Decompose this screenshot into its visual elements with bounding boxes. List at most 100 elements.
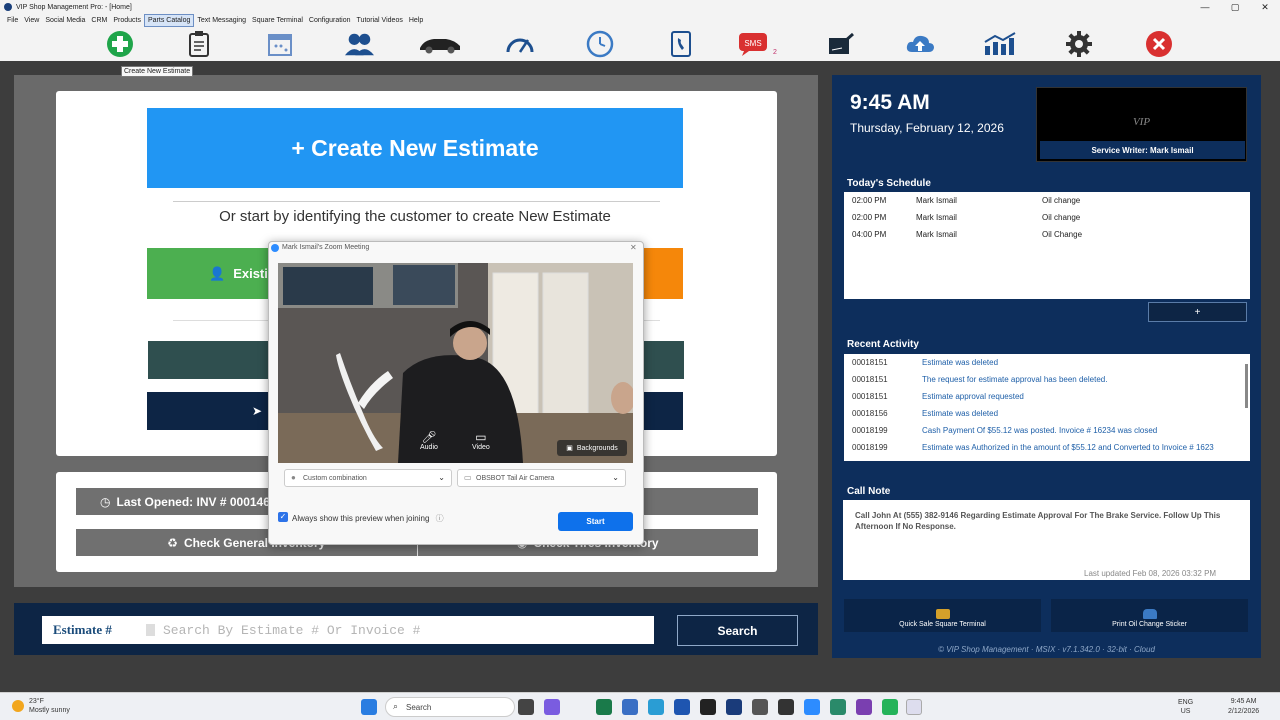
sign-icon[interactable] (826, 29, 856, 59)
cloud-upload-icon[interactable] (905, 29, 935, 59)
always-show-checkbox[interactable]: ✓ (278, 512, 288, 522)
phonebook-icon[interactable] (666, 29, 696, 59)
microphone-select[interactable]: ● Custom combination ⌄ (284, 469, 452, 487)
add-appointment-button[interactable]: + (1148, 302, 1247, 322)
cam-select-icon: ▭ (464, 473, 472, 482)
schedule-list: 02:00 PM Mark Ismail Oil change 02:00 PM… (844, 192, 1250, 299)
backgrounds-button[interactable]: ▣ Backgrounds (557, 440, 627, 456)
menu-parts-catalog[interactable]: Parts Catalog (143, 14, 195, 27)
edge-icon[interactable] (596, 699, 612, 715)
clipboard-icon[interactable] (184, 29, 214, 59)
tooltip: Create New Estimate (121, 66, 194, 77)
activity-id: 00018199 (852, 426, 888, 435)
create-new-estimate-button[interactable]: + Create New Estimate (147, 108, 683, 188)
capcut-icon[interactable] (700, 699, 716, 715)
notepad-icon[interactable] (906, 699, 922, 715)
menu-configuration[interactable]: Configuration (306, 15, 354, 26)
exit-icon[interactable] (1144, 29, 1174, 59)
chart-icon[interactable] (983, 29, 1017, 59)
new-customer-button[interactable] (640, 248, 683, 299)
menu-help[interactable]: Help (406, 15, 426, 26)
menu-text-messaging[interactable]: Text Messaging (194, 15, 249, 26)
video-label: Video (472, 444, 490, 451)
start-icon[interactable] (361, 699, 377, 715)
menu-social-media[interactable]: Social Media (42, 15, 88, 26)
activity-text: Estimate was deleted (922, 409, 999, 418)
backgrounds-label: Backgrounds (576, 444, 618, 452)
estimate-subtitle: Or start by identifying the customer to … (219, 208, 611, 225)
terminal-icon (935, 609, 950, 619)
schedule-time: 04:00 PM (852, 230, 887, 239)
menu-file[interactable]: File (4, 15, 21, 26)
app-icon[interactable] (752, 699, 768, 715)
info-icon[interactable]: ⓘ (436, 514, 444, 523)
taskbar-search[interactable]: ⌕ Search (385, 697, 515, 717)
print-sticker-label: Print Oil Change Sticker (1112, 621, 1187, 628)
video-preview (278, 263, 633, 463)
teamviewer-icon[interactable] (726, 699, 742, 715)
activity-text: The request for estimate approval has be… (922, 375, 1108, 384)
vehicle-icon[interactable] (418, 29, 462, 59)
copilot-icon[interactable] (544, 699, 560, 715)
schedule-time: 02:00 PM (852, 196, 887, 205)
service-writer: Service Writer: Mark Ismail (1040, 141, 1245, 159)
send-icon: ➤ (252, 404, 263, 418)
create-estimate-icon[interactable] (105, 29, 135, 59)
quick-sale-square-button[interactable]: Quick Sale Square Terminal (844, 599, 1041, 632)
estimate-label: Estimate # (53, 622, 112, 637)
menu-view[interactable]: View (21, 15, 42, 26)
activity-scrollbar[interactable] (1245, 364, 1248, 408)
close-window-button[interactable]: ✕ (1250, 0, 1280, 14)
start-button[interactable]: Start (558, 512, 633, 531)
camera-select[interactable]: ▭ OBSBOT Tail Air Camera ⌄ (457, 469, 626, 487)
microphone-icon: 🎤︎ (421, 430, 437, 444)
customers-icon[interactable] (344, 29, 374, 59)
photos-icon[interactable] (622, 699, 638, 715)
task-view-icon[interactable] (518, 699, 534, 715)
activity-id: 00018151 (852, 358, 888, 367)
audio-label: Audio (420, 444, 438, 451)
clock-icon[interactable] (585, 29, 615, 59)
video-button[interactable]: ▭ Video (472, 430, 490, 451)
estimate-search-field[interactable]: Estimate # Search By Estimate # Or Invoi… (42, 616, 654, 644)
close-icon[interactable]: ✕ (630, 243, 637, 252)
search-type-dropdown[interactable] (146, 624, 155, 636)
activity-id: 00018151 (852, 392, 888, 401)
version-footer: © VIP Shop Management · MSIX · v7.1.342.… (938, 645, 1155, 654)
window-title: VIP Shop Management Pro: - [Home] (16, 3, 132, 11)
calendar-icon[interactable] (265, 29, 295, 59)
image-icon: ▣ (566, 445, 573, 452)
language-indicator[interactable]: ENG US (1178, 698, 1193, 716)
toolbar: SMS 2 (0, 27, 1280, 61)
minimize-button[interactable]: — (1190, 0, 1220, 14)
gauge-icon[interactable] (505, 29, 535, 59)
maximize-button[interactable]: ▢ (1220, 0, 1250, 14)
print-oil-sticker-button[interactable]: Print Oil Change Sticker (1051, 599, 1248, 632)
user-icon: 👤 (209, 265, 226, 281)
lang-region: US (1180, 708, 1191, 715)
call-note-updated: Last updated Feb 08, 2026 03:32 PM (1084, 569, 1217, 578)
camera-icon: ▭ (475, 430, 487, 444)
app-icon[interactable] (830, 699, 846, 715)
menu-products[interactable]: Products (110, 15, 144, 26)
menu-crm[interactable]: CRM (88, 15, 110, 26)
menu-tutorial-videos[interactable]: Tutorial Videos (354, 15, 406, 26)
weather-widget[interactable]: 23°F Mostly sunny (12, 697, 70, 715)
sms-icon[interactable]: SMS (738, 29, 768, 59)
last-opened-label: Last Opened: INV # 00014690 - (116, 494, 291, 509)
activity-text: Cash Payment Of $55.12 was posted. Invoi… (922, 426, 1158, 435)
audio-button[interactable]: 🎤︎ Audio (420, 430, 438, 451)
search-button[interactable]: Search (677, 615, 798, 646)
gear-icon[interactable] (1064, 29, 1094, 59)
word-icon[interactable] (674, 699, 690, 715)
whatsapp-icon[interactable] (882, 699, 898, 715)
app-icon[interactable] (778, 699, 794, 715)
clock-time: 9:45 AM (850, 91, 930, 114)
remote-icon[interactable] (648, 699, 664, 715)
taskbar-clock[interactable]: 9:45 AM 2/12/2026 (1228, 697, 1259, 717)
menu-square-terminal[interactable]: Square Terminal (249, 15, 306, 26)
zoom-icon[interactable] (804, 699, 820, 715)
visual-studio-icon[interactable] (856, 699, 872, 715)
taskbar-search-label: Search (406, 702, 432, 712)
activity-text: Estimate was deleted (922, 358, 999, 367)
